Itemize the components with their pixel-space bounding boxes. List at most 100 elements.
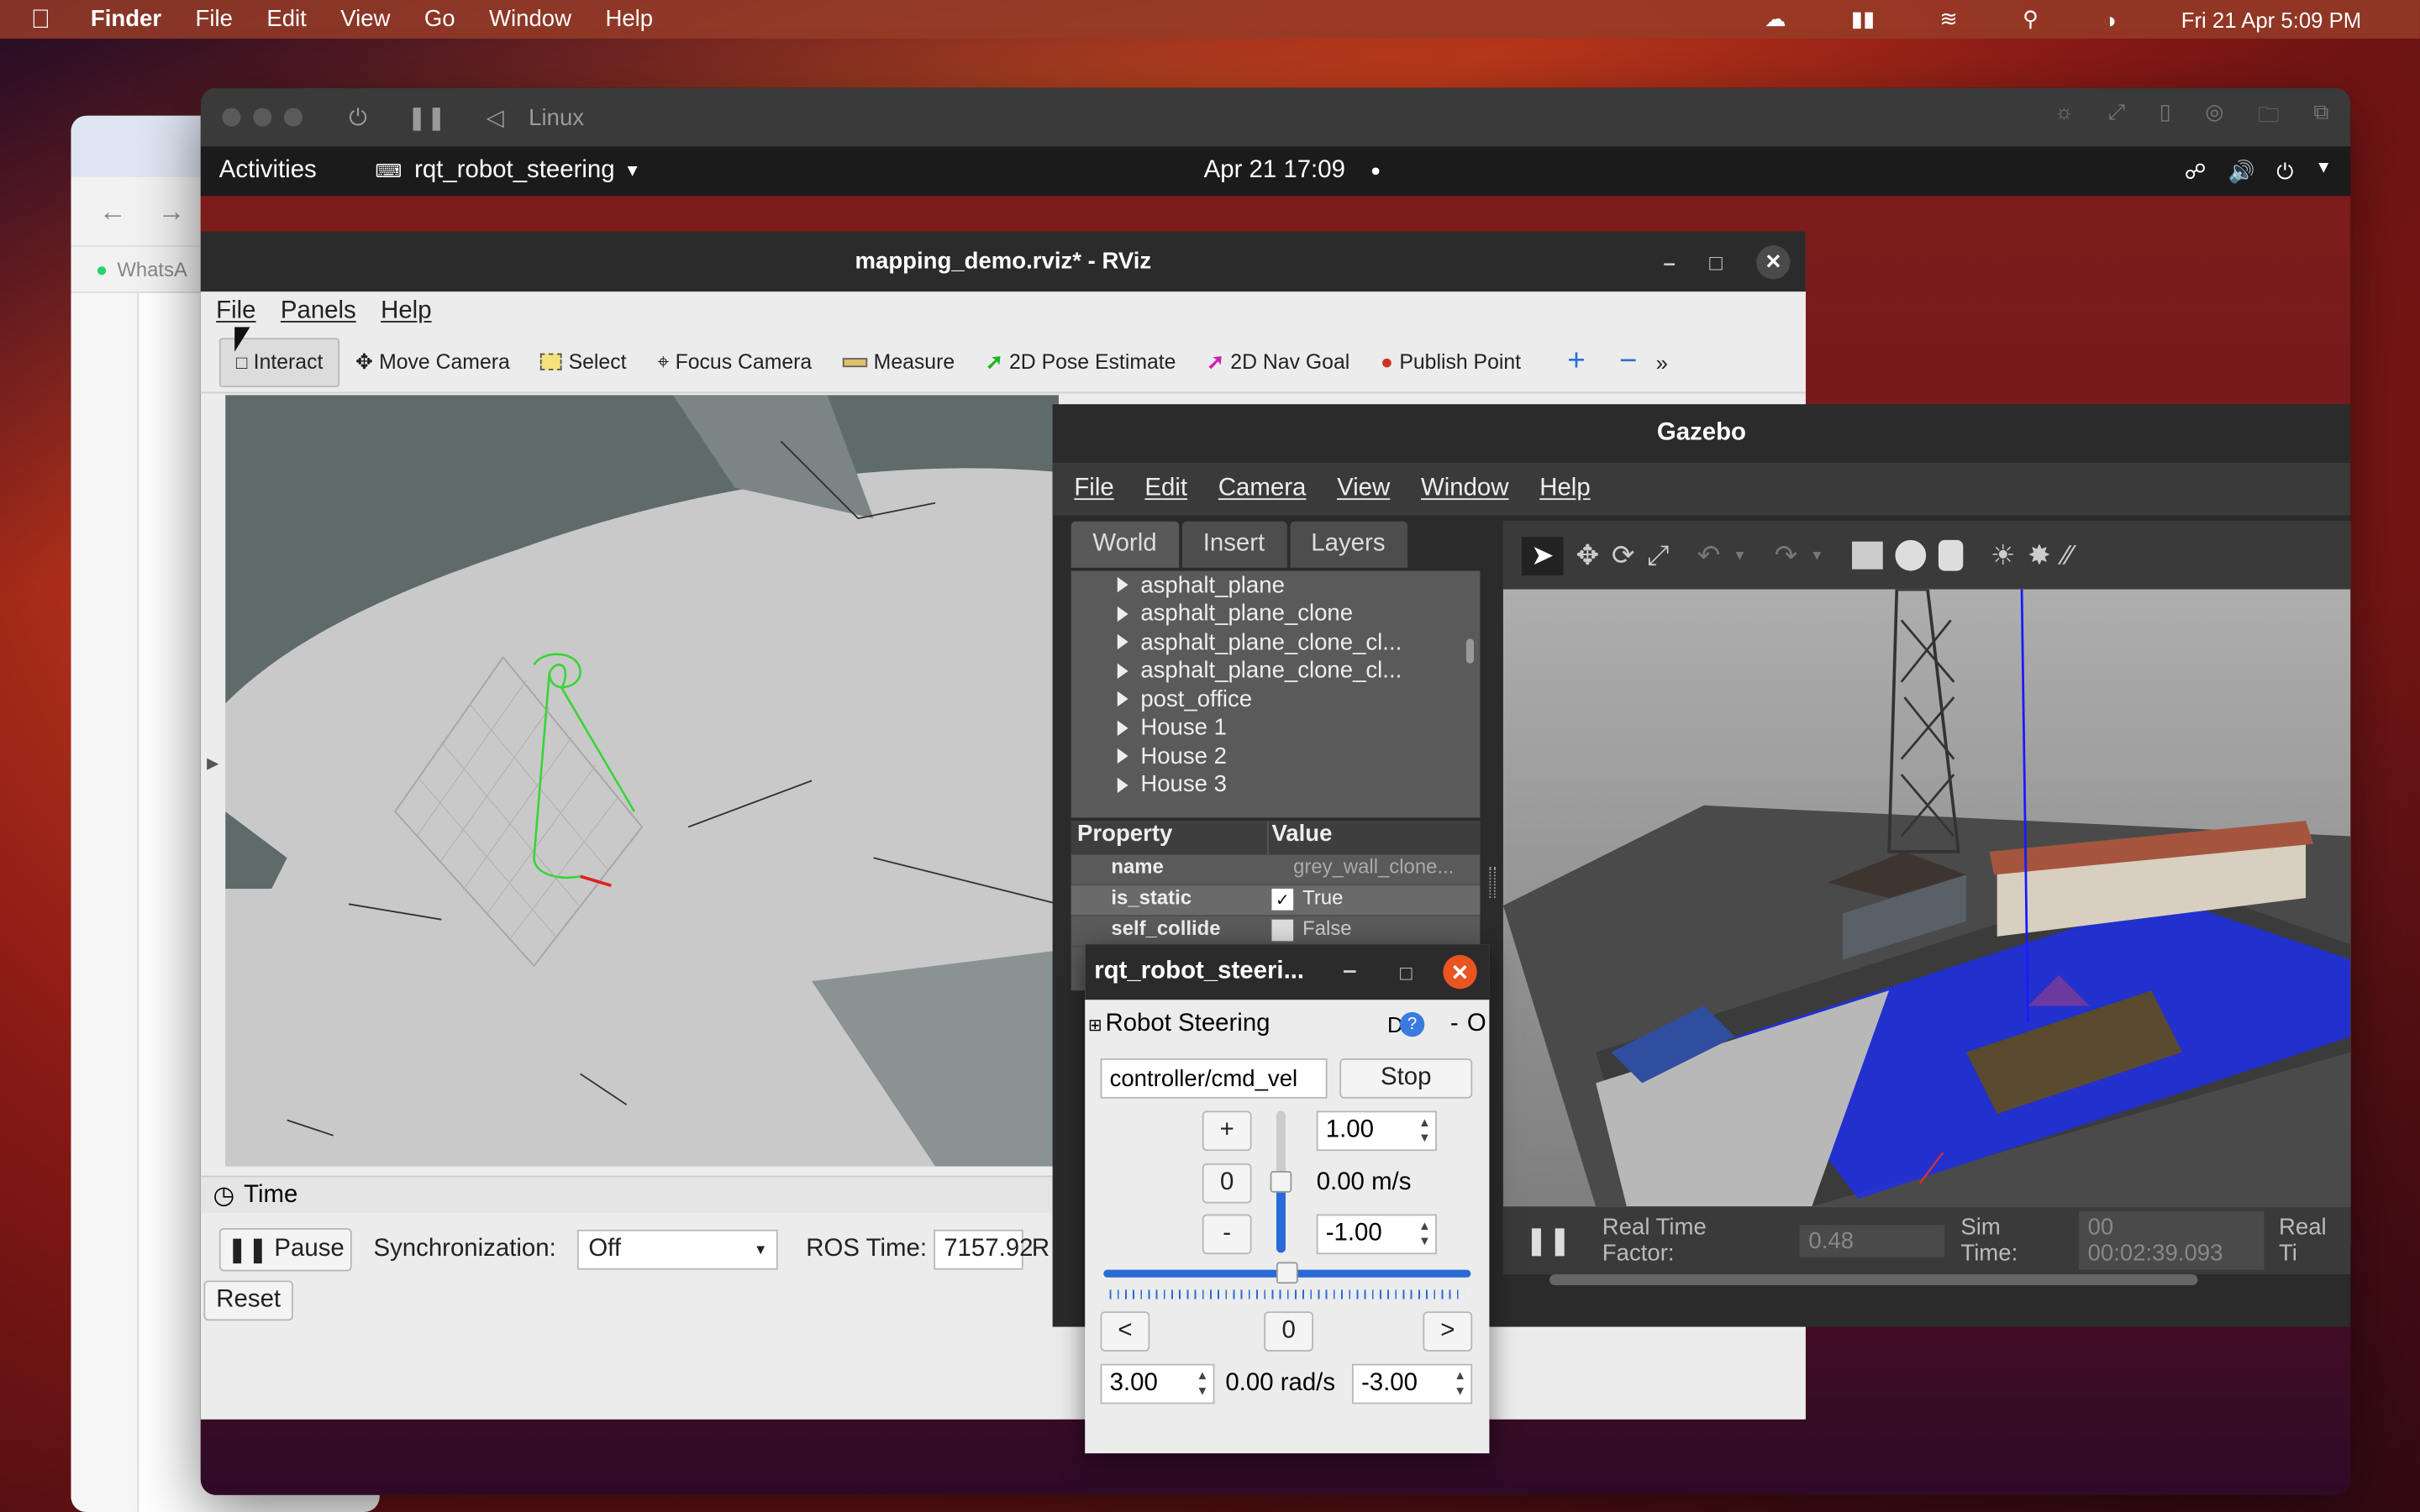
expand-icon[interactable]	[1117, 577, 1128, 593]
vm-folder-icon[interactable]: 🗀	[2258, 99, 2280, 136]
expand-icon[interactable]	[1117, 720, 1128, 736]
tree-item[interactable]: post_office	[1071, 685, 1481, 713]
stop-button[interactable]: Stop	[1339, 1058, 1473, 1099]
remove-tool-icon[interactable]: −	[1619, 344, 1637, 380]
vm-brightness-icon[interactable]: ☼	[2054, 99, 2075, 136]
rviz-menu-panels[interactable]: Panels	[281, 297, 356, 325]
gz-menu-file[interactable]: File	[1074, 475, 1113, 503]
translate-mode-icon[interactable]: ✥	[1576, 539, 1599, 572]
linear-slider-handle[interactable]	[1270, 1171, 1292, 1193]
cloud-icon[interactable]: ☁	[1765, 6, 1786, 32]
vm-close-button[interactable]	[222, 108, 241, 127]
rviz-close-button[interactable]: ✕	[1756, 244, 1791, 279]
prop-row[interactable]: name grey_wall_clone...	[1071, 855, 1481, 886]
search-icon[interactable]: ⚲	[2023, 6, 2039, 32]
menu-help[interactable]: Help	[605, 6, 653, 32]
tool-2d-pose-estimate[interactable]: ➚ 2D Pose Estimate	[971, 337, 1192, 386]
help-icon[interactable]: ?	[1399, 1011, 1425, 1037]
prop-row[interactable]: self_collide False	[1071, 916, 1481, 948]
toolbar-overflow-icon[interactable]: »	[1656, 349, 1668, 374]
undo-icon[interactable]: ↶	[1697, 539, 1721, 572]
tree-item[interactable]: asphalt_plane	[1071, 571, 1481, 600]
redo-dropdown-icon[interactable]: ▼	[1810, 548, 1823, 563]
gz-menu-view[interactable]: View	[1337, 475, 1390, 503]
rviz-menu-help[interactable]: Help	[381, 297, 431, 325]
expand-icon[interactable]	[1117, 777, 1128, 793]
rviz-minimize-button[interactable]: –	[1663, 249, 1675, 274]
menubar-clock[interactable]: Fri 21 Apr 5:09 PM	[2181, 7, 2361, 31]
plugin-move-icon[interactable]: ⊞	[1088, 1015, 1102, 1034]
plugin-close-button[interactable]: O	[1467, 1011, 1486, 1038]
expand-icon[interactable]	[1117, 748, 1128, 764]
vm-usb-icon[interactable]: ▯	[2160, 99, 2171, 136]
min-angular-spinbox[interactable]: -3.00 ▲ ▼	[1351, 1363, 1473, 1404]
angular-slider-handle[interactable]	[1276, 1262, 1298, 1284]
gz-menu-camera[interactable]: Camera	[1218, 475, 1307, 503]
menu-go[interactable]: Go	[424, 6, 455, 32]
max-linear-spinbox[interactable]: 1.00 ▲ ▼	[1316, 1110, 1437, 1152]
angular-slider[interactable]	[1103, 1262, 1471, 1284]
undo-dropdown-icon[interactable]: ▼	[1733, 548, 1746, 563]
spin-arrows-icon[interactable]: ▲ ▼	[1454, 1368, 1466, 1399]
vm-back-icon[interactable]: ◁	[487, 103, 504, 131]
battery-icon[interactable]: ▮▮	[1851, 6, 1875, 32]
reset-angular-button[interactable]: 0	[1264, 1311, 1314, 1352]
tool-move-camera[interactable]: ✥ Move Camera	[340, 337, 526, 386]
rviz-maximize-button[interactable]: □	[1709, 249, 1723, 274]
gazebo-3d-viewport[interactable]: ➤ ✥ ⟳ ⤢ ↶ ▼ ↷ ▼ ☀ ✸ ⁄⁄	[1502, 521, 2351, 1247]
tree-item[interactable]: House 3	[1071, 770, 1481, 799]
gz-menu-window[interactable]: Window	[1421, 475, 1509, 503]
vm-power-icon[interactable]: ⏻	[349, 104, 367, 130]
tool-focus-camera[interactable]: ⌖ Focus Camera	[642, 337, 828, 386]
prop-row[interactable]: is_static ✓ True	[1071, 885, 1481, 916]
tool-measure[interactable]: Measure	[828, 337, 971, 386]
spin-arrows-icon[interactable]: ▲ ▼	[1197, 1368, 1209, 1399]
add-tool-icon[interactable]: +	[1567, 344, 1585, 380]
tree-item[interactable]: asphalt_plane_clone_cl...	[1071, 628, 1481, 657]
app-name[interactable]: Finder	[91, 6, 161, 32]
ros-time-field[interactable]: 7157.92	[933, 1229, 1033, 1270]
sync-dropdown[interactable]: Off ▼	[577, 1229, 779, 1270]
max-angular-spinbox[interactable]: 3.00 ▲ ▼	[1100, 1363, 1215, 1404]
sphere-shape-icon[interactable]	[1894, 539, 1926, 571]
decrease-linear-button[interactable]: -	[1202, 1214, 1252, 1255]
vm-pause-icon[interactable]: ❚❚	[408, 103, 446, 131]
activities-button[interactable]: Activities	[219, 157, 317, 185]
turn-left-button[interactable]: <	[1100, 1311, 1150, 1352]
linear-slider[interactable]	[1270, 1110, 1292, 1253]
tab-world[interactable]: World	[1071, 521, 1179, 568]
play-pause-icon[interactable]: ❚❚	[1525, 1224, 1571, 1257]
box-shape-icon[interactable]	[1851, 541, 1883, 570]
rviz-3d-view[interactable]	[225, 395, 1059, 1167]
network-icon[interactable]: ☍	[2185, 158, 2207, 184]
gz-menu-edit[interactable]: Edit	[1144, 475, 1187, 503]
rqt-maximize-button[interactable]: □	[1400, 960, 1412, 984]
control-center-icon[interactable]: ◑	[2103, 7, 2117, 31]
directional-light-icon[interactable]: ⁄⁄	[2064, 539, 2073, 572]
power-icon[interactable]: ⏻	[2276, 158, 2293, 184]
tool-publish-point[interactable]: ● Publish Point	[1365, 337, 1537, 386]
menu-window[interactable]: Window	[489, 6, 571, 32]
reset-linear-button[interactable]: 0	[1202, 1163, 1252, 1204]
expand-icon[interactable]	[1117, 691, 1128, 707]
tree-item[interactable]: House 1	[1071, 713, 1481, 742]
tab-insert[interactable]: Insert	[1181, 521, 1286, 568]
apple-icon[interactable]: 	[31, 4, 50, 35]
rqt-minimize-button[interactable]: –	[1343, 958, 1356, 986]
redo-icon[interactable]: ↷	[1775, 539, 1798, 572]
tree-item[interactable]: House 2	[1071, 742, 1481, 770]
left-dock-handle[interactable]: ▶	[207, 756, 218, 773]
volume-icon[interactable]: 🔊	[2228, 158, 2254, 184]
rviz-menu-file[interactable]: File	[216, 297, 255, 325]
checkbox-unchecked-icon[interactable]	[1271, 919, 1294, 942]
expand-icon[interactable]	[1117, 634, 1128, 650]
topic-input[interactable]: controller/cmd_vel	[1100, 1058, 1328, 1099]
checkbox-checked-icon[interactable]: ✓	[1271, 888, 1294, 911]
min-linear-spinbox[interactable]: -1.00 ▲ ▼	[1316, 1214, 1437, 1255]
spin-arrows-icon[interactable]: ▲ ▼	[1418, 1219, 1431, 1250]
reset-button[interactable]: Reset	[203, 1280, 293, 1321]
point-light-icon[interactable]: ☀	[1991, 539, 2016, 572]
vm-resize-icon[interactable]: ⤢	[2108, 99, 2126, 136]
tool-select[interactable]: Select	[525, 337, 642, 386]
tab-layers[interactable]: Layers	[1289, 521, 1407, 568]
